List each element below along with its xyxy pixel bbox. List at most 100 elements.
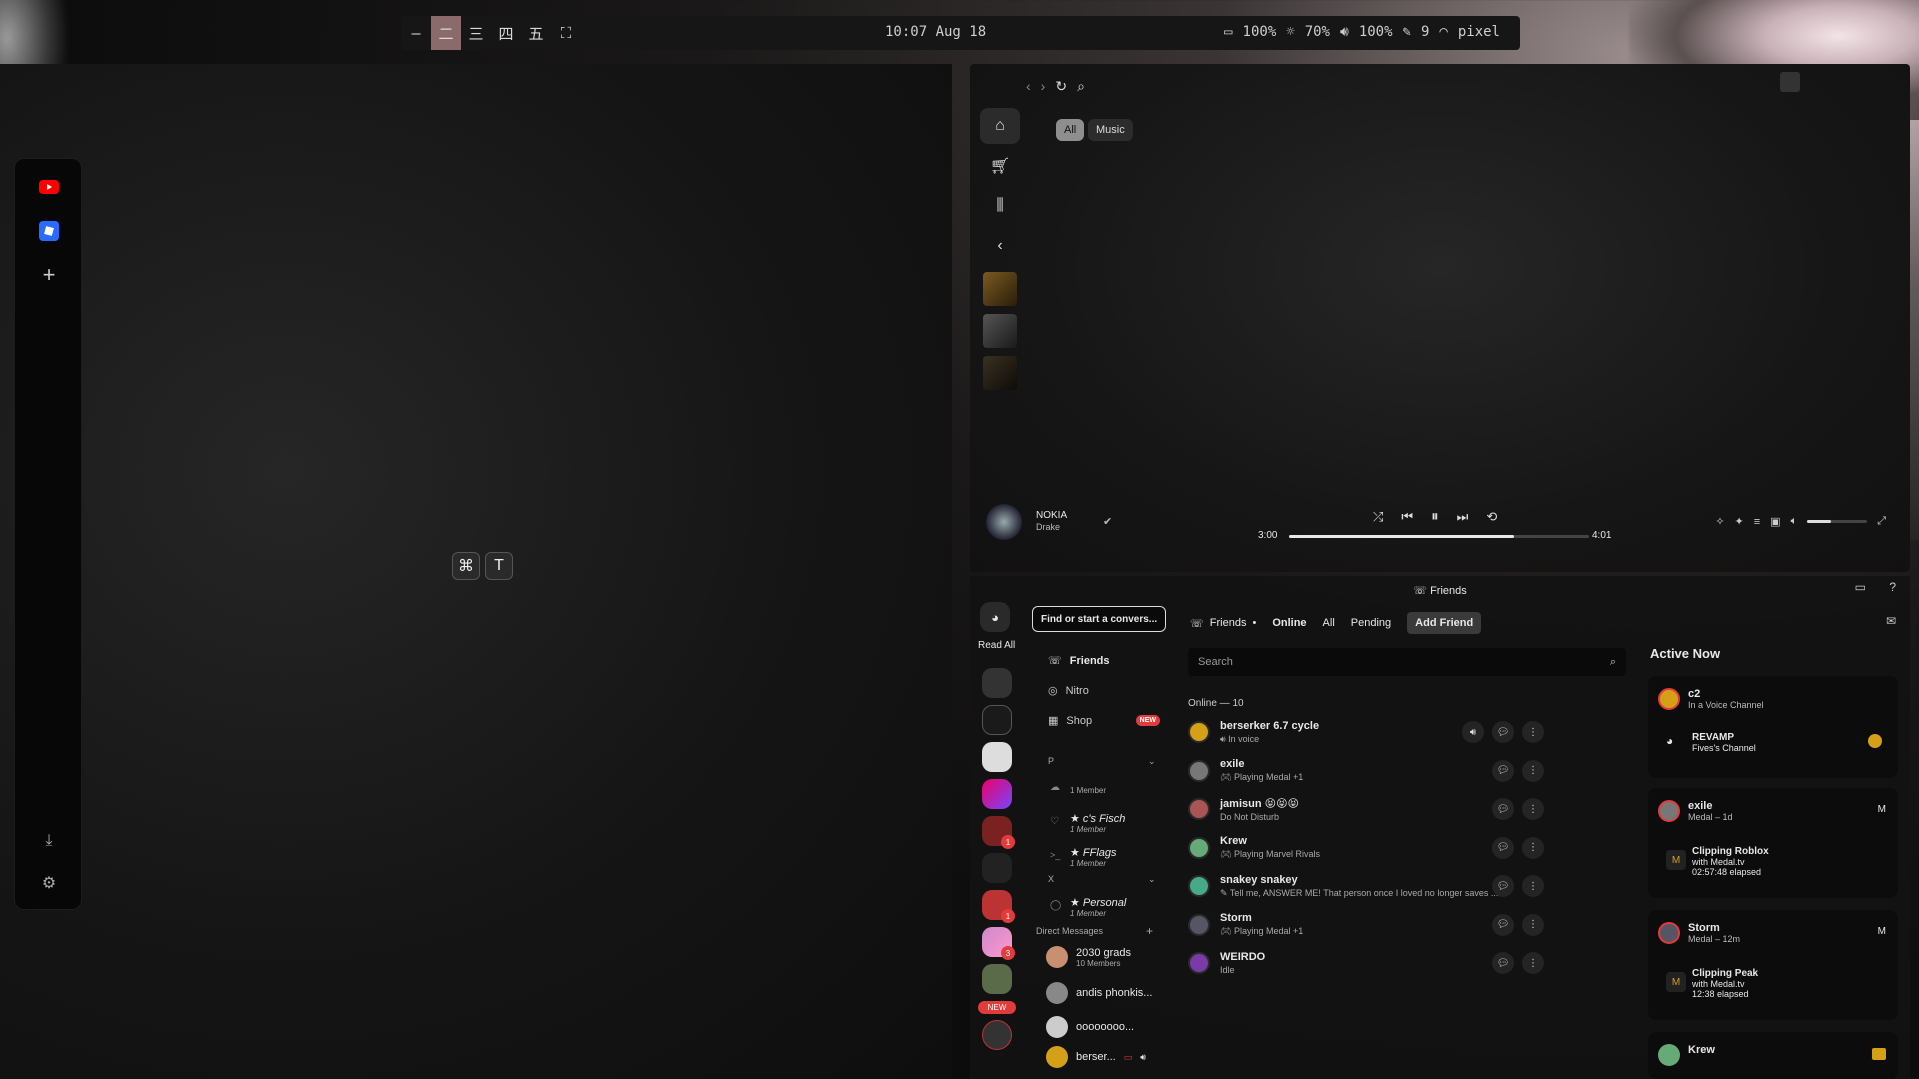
nav-shop[interactable]: ▦ Shop NEW — [1048, 714, 1160, 727]
more-options-icon[interactable]: ⋮ — [1522, 913, 1544, 936]
workspace-3-button[interactable]: 三 — [461, 16, 491, 50]
message-icon[interactable]: 💬︎ — [1492, 759, 1514, 782]
folder-header[interactable]: P — [1048, 756, 1054, 766]
friend-row[interactable]: exile 🎮︎ Playing Medal +1 — [1188, 751, 1608, 791]
volume-slider[interactable] — [1807, 520, 1868, 523]
new-group-dm-icon[interactable]: ✉ — [1886, 614, 1896, 628]
group-item[interactable]: ★ Personal 1 Member — [1070, 896, 1126, 918]
friend-row[interactable]: snakey snakey ✎ Tell me, ANSWER ME! That … — [1188, 866, 1608, 906]
workspace-5-button[interactable]: 五 — [521, 16, 551, 50]
message-icon[interactable]: 💬︎ — [1492, 875, 1514, 897]
message-icon[interactable]: 💬︎ — [1492, 952, 1514, 974]
cart-icon[interactable]: 🛒︎ — [980, 148, 1020, 184]
dm-item[interactable]: andis phonkis... — [1046, 982, 1152, 1004]
lyrics-icon[interactable]: ✧ — [1715, 515, 1724, 528]
track-title[interactable]: NOKIA — [1036, 510, 1067, 521]
forward-icon[interactable]: › — [1041, 78, 1046, 95]
workspace-2-button[interactable]: 二 — [431, 16, 461, 50]
volume-icon[interactable]: 🔈︎ — [1791, 515, 1798, 528]
library-icon[interactable]: ⫼ — [980, 188, 1020, 224]
workspace-4-button[interactable]: 四 — [491, 16, 521, 50]
more-options-icon[interactable]: ⋮ — [1522, 836, 1544, 859]
chevron-down-icon[interactable]: ⌄ — [1148, 874, 1156, 885]
search-icon[interactable]: ⌕ — [1077, 78, 1085, 95]
settings-icon[interactable]: ⚙ — [37, 871, 61, 895]
find-conversation-input[interactable]: Find or start a convers... — [1032, 606, 1166, 632]
message-icon[interactable]: 💬︎ — [1492, 798, 1514, 820]
more-options-icon[interactable]: ⋮ — [1522, 875, 1544, 897]
home-icon[interactable]: ⌂ — [980, 108, 1020, 144]
dm-item[interactable]: berser... ▭ 🔊︎ — [1046, 1046, 1146, 1068]
add-icon[interactable]: + — [37, 262, 61, 287]
message-icon[interactable]: 💬︎ — [1492, 721, 1514, 743]
clock[interactable]: 10:07 Aug 18 — [885, 24, 986, 40]
server-icon[interactable] — [982, 853, 1012, 883]
network-name[interactable]: pixel — [1458, 24, 1500, 40]
tab-online[interactable]: Online — [1272, 617, 1306, 629]
friend-row[interactable]: berserker 6.7 cycle 🔊︎ In voice — [1188, 712, 1608, 752]
previous-icon[interactable]: ⏮ — [1401, 509, 1413, 525]
server-icon[interactable] — [982, 1020, 1012, 1050]
folder-header[interactable]: X — [1048, 874, 1054, 884]
refresh-icon[interactable]: ↻ — [1055, 78, 1067, 95]
nav-nitro[interactable]: ◎ Nitro — [1048, 684, 1089, 698]
discord-home-icon[interactable]: ◕ — [980, 602, 1010, 632]
queue-icon[interactable]: ≡ — [1754, 516, 1760, 528]
youtube-icon[interactable] — [37, 175, 61, 199]
activity-card[interactable]: Krew — [1648, 1032, 1898, 1079]
filter-all[interactable]: All — [1056, 119, 1085, 141]
server-icon[interactable] — [982, 668, 1012, 698]
server-icon[interactable] — [982, 964, 1012, 994]
back-icon[interactable]: ‹ — [1026, 78, 1031, 95]
download-icon[interactable]: ⤓ — [37, 829, 61, 853]
repeat-icon[interactable]: ⟲ — [1486, 509, 1497, 525]
filter-music[interactable]: Music — [1088, 119, 1133, 141]
help-icon[interactable]: ? — [1889, 580, 1896, 594]
playlist-thumbnail[interactable] — [983, 356, 1017, 390]
tab-pending[interactable]: Pending — [1351, 617, 1391, 629]
shuffle-icon[interactable]: ⤮ — [1373, 509, 1383, 525]
tab-friends[interactable]: ☏ Friends • — [1190, 617, 1256, 630]
avatar[interactable] — [1780, 72, 1800, 92]
inbox-icon[interactable]: ▭ — [1855, 580, 1866, 594]
group-item[interactable]: ★ FFlags 1 Member — [1070, 846, 1117, 868]
playlist-thumbnail[interactable] — [983, 314, 1017, 348]
nav-friends[interactable]: ☏ Friends — [1048, 654, 1110, 668]
expand-icon[interactable]: ⤢ — [1877, 515, 1886, 528]
server-icon[interactable]: 3 — [982, 927, 1015, 960]
server-icon[interactable] — [982, 779, 1012, 809]
volume-level[interactable]: 100% — [1359, 24, 1393, 40]
group-item[interactable]: ★ c's Fisch 1 Member — [1070, 812, 1125, 834]
server-icon[interactable] — [982, 742, 1012, 772]
server-icon[interactable]: 1 — [982, 816, 1015, 849]
add-dm-icon[interactable]: + — [1146, 924, 1153, 938]
dm-item[interactable]: оооооооо... — [1046, 1016, 1134, 1038]
more-options-icon[interactable]: ⋮ — [1522, 798, 1544, 820]
message-icon[interactable]: 💬︎ — [1492, 913, 1514, 936]
device-icon[interactable]: ▣ — [1770, 515, 1780, 528]
progress-bar[interactable] — [1289, 535, 1589, 538]
more-options-icon[interactable]: ⋮ — [1522, 759, 1544, 782]
friends-search-input[interactable]: Search ⌕ — [1188, 648, 1626, 676]
server-icon[interactable]: 1 — [982, 890, 1015, 923]
collapse-icon[interactable]: ‹ — [980, 228, 1020, 264]
friend-row[interactable]: Storm 🎮︎ Playing Medal +1 — [1188, 905, 1608, 945]
tab-all[interactable]: All — [1323, 617, 1335, 629]
dm-item[interactable]: 2030 grads 10 Members — [1046, 946, 1131, 968]
friend-row[interactable]: WEIRDO Idle — [1188, 943, 1608, 983]
activity-card[interactable]: Storm Medal – 12m M M Clipping Peak with M… — [1648, 910, 1898, 1020]
server-icon[interactable] — [982, 705, 1012, 735]
activity-card[interactable]: exile Medal – 1d M M Clipping Roblox with … — [1648, 788, 1898, 898]
playlist-thumbnail[interactable] — [983, 272, 1017, 306]
more-options-icon[interactable]: ⋮ — [1522, 721, 1544, 743]
album-art[interactable] — [986, 504, 1022, 540]
group-item[interactable]: 1 Member — [1070, 786, 1106, 795]
message-icon[interactable]: 💬︎ — [1492, 836, 1514, 859]
next-icon[interactable]: ⏭ — [1457, 509, 1469, 525]
workspace-1-button[interactable]: — — [401, 16, 431, 50]
more-options-icon[interactable]: ⋮ — [1522, 952, 1544, 974]
roblox-icon[interactable] — [37, 219, 61, 243]
pause-icon[interactable]: ⏸ — [1431, 508, 1439, 525]
magic-icon[interactable]: ✦ — [1735, 515, 1744, 528]
voice-icon[interactable]: 🔊︎ — [1462, 721, 1484, 743]
